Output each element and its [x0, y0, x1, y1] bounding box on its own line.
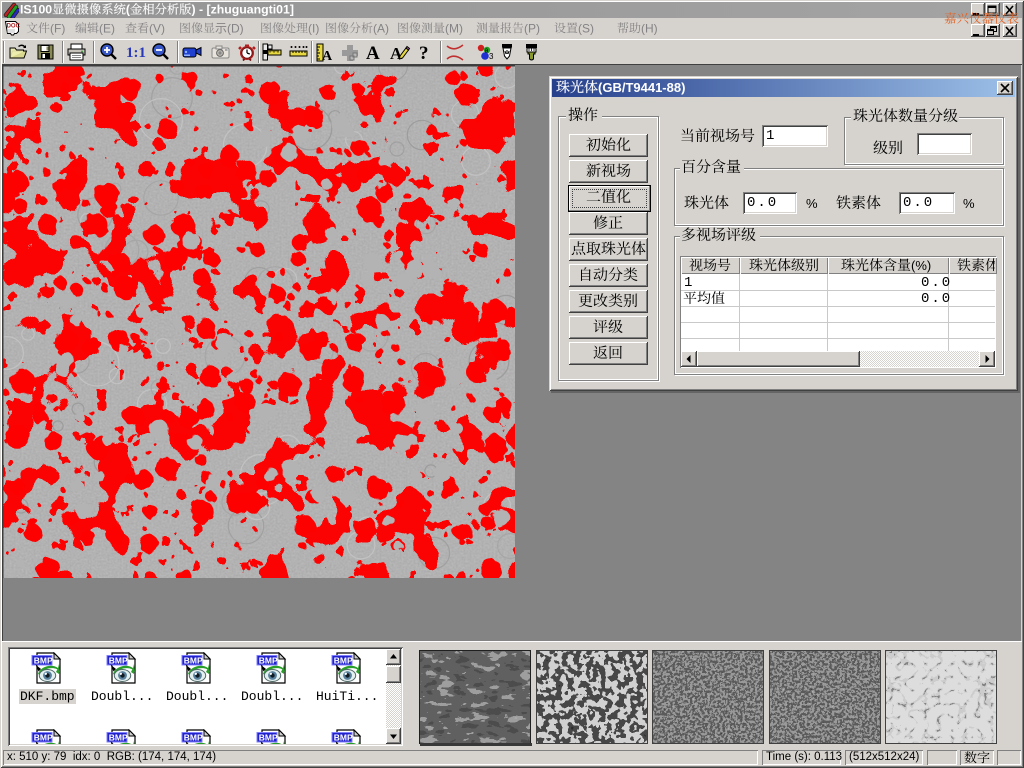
svg-text:?: ?	[419, 43, 429, 63]
svg-text:(E): (E)	[99, 21, 115, 35]
svg-text:(M): (M)	[445, 21, 463, 35]
svg-text:(H): (H)	[641, 21, 658, 35]
svg-text:(V): (V)	[149, 21, 165, 35]
svg-text:A: A	[390, 44, 403, 63]
svg-text:(: (	[126, 3, 131, 17]
svg-text:3: 3	[489, 52, 494, 61]
svg-text:DOC: DOC	[7, 24, 20, 30]
svg-text:(P): (P)	[524, 21, 540, 35]
svg-text:A: A	[322, 49, 333, 63]
svg-text:IS100: IS100	[20, 3, 52, 17]
svg-text:示(D): 示(D)	[215, 21, 244, 35]
svg-text:A: A	[366, 43, 380, 63]
svg-text:(GB/T9441-88): (GB/T9441-88)	[598, 80, 685, 95]
svg-text:(F): (F)	[50, 21, 65, 35]
svg-text:(%): (%)	[911, 258, 931, 273]
svg-text:(I): (I)	[308, 21, 319, 35]
svg-text:(S): (S)	[578, 21, 594, 35]
svg-text:(A): (A)	[373, 21, 389, 35]
svg-text:1:1: 1:1	[126, 45, 146, 61]
svg-text:) - [zhuguangti01]: ) - [zhuguangti01]	[192, 3, 294, 17]
